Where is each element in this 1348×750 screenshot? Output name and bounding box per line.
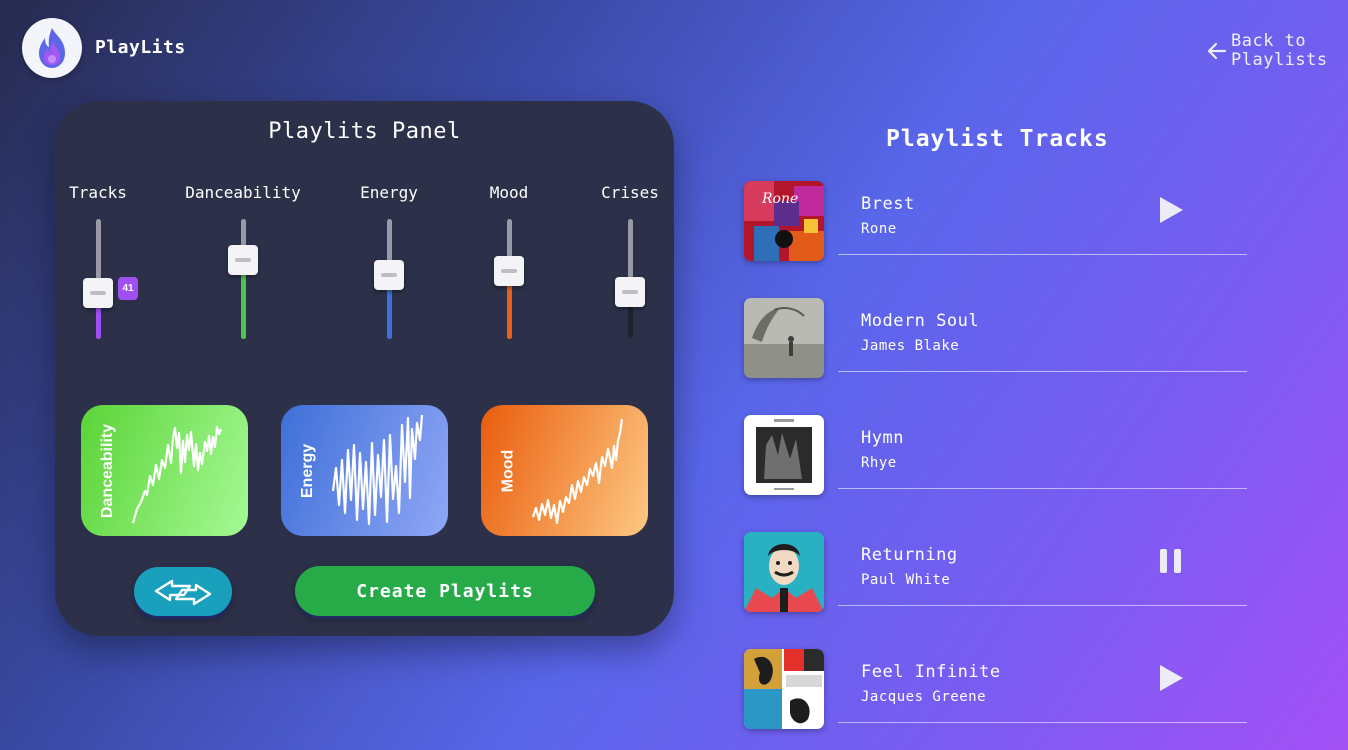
divider [838, 605, 1247, 606]
track-title: Hymn [861, 428, 904, 448]
album-cover [744, 298, 824, 378]
album-cover [744, 415, 824, 495]
pause-icon[interactable] [1157, 546, 1185, 576]
track-row[interactable]: Modern Soul James Blake [744, 298, 1247, 378]
track-artist: Rhye [861, 455, 897, 471]
shuffle-arrows-icon [154, 579, 212, 605]
slider-label-tracks: Tracks [69, 183, 127, 202]
divider [838, 722, 1247, 723]
track-title: Brest [861, 194, 915, 214]
crises-slider[interactable] [615, 219, 645, 339]
tracks-count-badge: 41 [118, 277, 138, 300]
track-title: Returning [861, 545, 958, 565]
danceability-card[interactable]: Danceability [81, 405, 248, 536]
divider [838, 488, 1247, 489]
mood-card[interactable]: Mood [481, 405, 648, 536]
track-title: Feel Infinite [861, 662, 1001, 682]
slider-track [241, 219, 246, 339]
energy-slider[interactable] [374, 219, 404, 339]
card-label: Energy [299, 443, 316, 498]
divider [838, 371, 1247, 372]
panel-title: Playlits Panel [268, 119, 461, 144]
play-icon[interactable] [1157, 663, 1185, 693]
album-cover [744, 532, 824, 612]
play-icon[interactable] [1157, 195, 1185, 225]
slider-thumb[interactable] [228, 244, 258, 275]
playlits-panel: Playlits Panel Tracks Danceability Energ… [55, 101, 674, 636]
back-to-playlists-link[interactable]: Back to Playlists [1207, 32, 1329, 70]
album-cover [744, 649, 824, 729]
slider-label-mood: Mood [489, 183, 529, 202]
card-label: Danceability [99, 423, 117, 518]
app-logo[interactable] [22, 18, 82, 78]
app-name: PlayLits [95, 37, 186, 58]
create-playlits-button[interactable]: Create Playlits [295, 566, 595, 616]
slider-label-energy: Energy [360, 183, 418, 202]
playlist-title: Playlist Tracks [886, 126, 1109, 152]
track-artist: Paul White [861, 572, 951, 588]
track-row[interactable]: Rone Brest Rone [744, 181, 1247, 261]
slider-thumb[interactable] [494, 255, 524, 286]
slider-label-danceability: Danceability [185, 183, 301, 202]
track-title: Modern Soul [861, 311, 980, 331]
tracks-slider[interactable] [83, 219, 113, 339]
slider-thumb[interactable] [615, 277, 645, 308]
danceability-slider[interactable] [228, 219, 258, 339]
svg-text:Rone: Rone [761, 191, 798, 207]
back-label: Back to Playlists [1231, 31, 1328, 70]
track-row[interactable]: Feel Infinite Jacques Greene [744, 649, 1247, 729]
track-artist: James Blake [861, 338, 960, 354]
slider-thumb[interactable] [374, 260, 404, 291]
shuffle-button[interactable] [134, 567, 232, 616]
track-row[interactable]: Hymn Rhye [744, 415, 1247, 495]
track-artist: Rone [861, 221, 897, 237]
divider [838, 254, 1247, 255]
track-artist: Jacques Greene [861, 689, 987, 705]
mood-slider[interactable] [494, 219, 524, 339]
slider-label-crises: Crises [601, 183, 659, 202]
flame-icon [39, 28, 65, 68]
slider-thumb[interactable] [83, 278, 113, 309]
album-cover: Rone [744, 181, 824, 261]
card-label: Mood [499, 449, 516, 492]
energy-card[interactable]: Energy [281, 405, 448, 536]
track-row[interactable]: Returning Paul White [744, 532, 1247, 612]
arrow-left-icon [1207, 42, 1227, 60]
